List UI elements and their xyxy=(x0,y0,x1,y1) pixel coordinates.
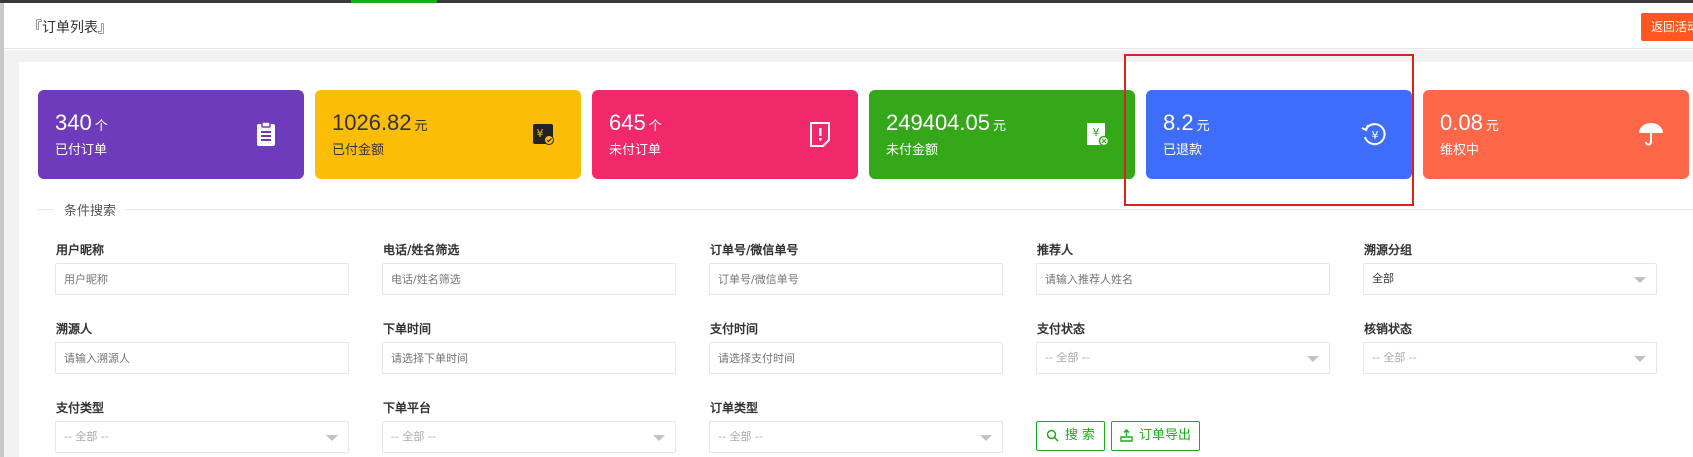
svg-text:¥: ¥ xyxy=(537,127,544,140)
nickname-input[interactable] xyxy=(55,263,349,295)
stat-card-paid-amount[interactable]: 1026.82 元 已付金额 ¥ xyxy=(315,90,581,179)
stat-value-wrap: 0.08 元 xyxy=(1440,110,1499,136)
pay-status-select[interactable]: -- 全部 -- xyxy=(1036,342,1330,374)
chevron-down-icon xyxy=(980,435,992,441)
stat-value: 1026.82 xyxy=(332,110,412,135)
referrer-input[interactable] xyxy=(1036,263,1330,295)
search-panel-legend: 条件搜索 xyxy=(54,200,127,219)
stat-value: 249404.05 xyxy=(886,110,990,135)
wallet-yen-icon: ¥ xyxy=(533,124,554,145)
stat-value-wrap: 249404.05 元 xyxy=(886,110,1006,136)
stat-card-paid-orders[interactable]: 340 个 已付订单 xyxy=(38,90,304,179)
order-time-input[interactable] xyxy=(382,342,676,374)
stat-unit: 个 xyxy=(94,118,108,133)
stat-value: 340 xyxy=(55,110,92,135)
pay-time-input[interactable] xyxy=(709,342,1003,374)
stat-value: 0.08 xyxy=(1440,110,1483,135)
content-gap-left xyxy=(4,50,19,457)
select-value: -- 全部 -- xyxy=(391,430,436,443)
export-button-label: 订单导出 xyxy=(1138,428,1191,443)
stat-value-wrap: 1026.82 元 xyxy=(332,110,428,136)
field-label-pay-time: 支付时间 xyxy=(710,322,759,336)
chevron-down-icon xyxy=(1307,356,1319,362)
search-panel-border xyxy=(37,209,1693,210)
select-value: -- 全部 -- xyxy=(64,430,109,443)
document-alert-icon xyxy=(810,122,830,147)
field-label-order-time: 下单时间 xyxy=(383,322,432,336)
svg-text:¥: ¥ xyxy=(1093,126,1100,139)
chevron-down-icon xyxy=(1634,356,1646,362)
select-value: -- 全部 -- xyxy=(718,430,763,443)
search-icon xyxy=(1046,429,1059,442)
phone-name-input[interactable] xyxy=(382,263,676,295)
stat-label: 已付订单 xyxy=(55,143,108,158)
field-label-verify-status: 核销状态 xyxy=(1364,322,1413,336)
field-label-phone-name: 电话/姓名筛选 xyxy=(383,243,460,257)
stat-unit: 元 xyxy=(414,118,428,133)
chevron-down-icon xyxy=(653,435,665,441)
tracer-input[interactable] xyxy=(55,342,349,374)
stat-unit: 元 xyxy=(1485,118,1499,133)
content-gap xyxy=(4,50,1693,62)
export-icon xyxy=(1120,429,1133,442)
stat-unit: 元 xyxy=(993,118,1007,133)
stat-value-wrap: 645 个 xyxy=(609,110,662,136)
field-label-order-type: 订单类型 xyxy=(710,401,759,415)
export-orders-button[interactable]: 订单导出 xyxy=(1111,421,1200,451)
chevron-down-icon xyxy=(326,435,338,441)
field-label-nickname: 用户昵称 xyxy=(56,243,105,257)
stat-label: 已付金额 xyxy=(332,143,385,158)
page-header: 『订单列表』 xyxy=(4,3,1693,49)
field-label-order-no: 订单号/微信单号 xyxy=(710,243,799,257)
pay-type-select[interactable]: -- 全部 -- xyxy=(55,421,349,453)
field-label-pay-type: 支付类型 xyxy=(56,401,105,415)
stat-card-unpaid-orders[interactable]: 645 个 未付订单 xyxy=(592,90,858,179)
select-value: -- 全部 -- xyxy=(1045,351,1090,364)
search-button[interactable]: 搜 索 xyxy=(1036,421,1105,451)
verify-status-select[interactable]: -- 全部 -- xyxy=(1363,342,1657,374)
stat-label: 未付订单 xyxy=(609,143,662,158)
back-to-activity-button[interactable]: 返回活动 xyxy=(1641,13,1693,41)
field-label-tracer: 溯源人 xyxy=(56,322,93,336)
chevron-down-icon xyxy=(1634,277,1646,283)
field-label-pay-status: 支付状态 xyxy=(1037,322,1086,336)
order-number-input[interactable] xyxy=(709,263,1003,295)
select-value: 全部 xyxy=(1372,272,1394,285)
stat-unit: 个 xyxy=(648,118,662,133)
stat-value-wrap: 340 个 xyxy=(55,110,108,136)
source-group-select[interactable]: 全部 xyxy=(1363,263,1657,295)
field-label-platform: 下单平台 xyxy=(383,401,432,415)
field-label-referrer: 推荐人 xyxy=(1037,243,1074,257)
stat-label: 未付金额 xyxy=(886,143,939,158)
platform-select[interactable]: -- 全部 -- xyxy=(382,421,676,453)
order-type-select[interactable]: -- 全部 -- xyxy=(709,421,1003,453)
stat-value: 645 xyxy=(609,110,646,135)
refund-card-highlight-box xyxy=(1124,54,1414,206)
select-value: -- 全部 -- xyxy=(1372,351,1417,364)
stat-card-unpaid-amount[interactable]: 249404.05 元 未付金额 ¥ xyxy=(869,90,1135,179)
field-label-source-group: 溯源分组 xyxy=(1364,243,1413,257)
receipt-yen-icon: ¥ xyxy=(1087,123,1110,147)
stat-label: 维权中 xyxy=(1440,143,1480,158)
search-button-label: 搜 索 xyxy=(1064,428,1096,443)
stat-card-disputes[interactable]: 0.08 元 维权中 xyxy=(1423,90,1689,179)
page-title: 『订单列表』 xyxy=(28,20,112,36)
clipboard-icon xyxy=(257,121,275,146)
umbrella-icon xyxy=(1639,123,1663,146)
